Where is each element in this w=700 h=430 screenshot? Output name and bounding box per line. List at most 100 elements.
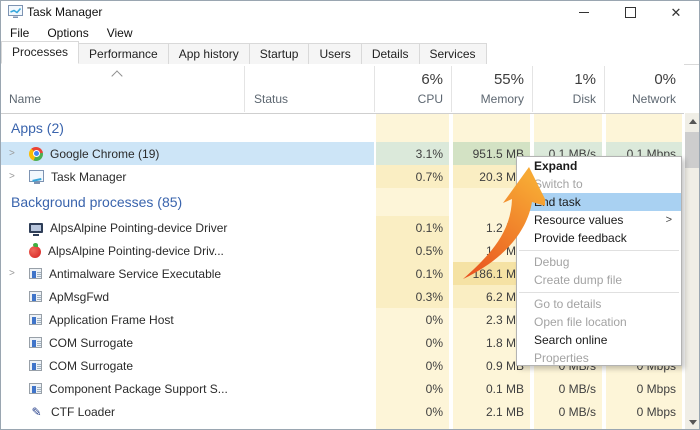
column-header-memory[interactable]: 55%Memory [453,64,530,113]
memory-cell [453,114,530,142]
tab-users[interactable]: Users [308,43,361,64]
column-label: Network [632,92,676,106]
menu-view[interactable]: View [98,26,142,40]
network-cell [606,423,682,430]
memory-cell: 2.1 MB [453,400,530,423]
column-usage-total: 6% [421,71,443,88]
column-divider [451,66,452,112]
table-header: Name Status 6% CPU 55%Memory1%Disk 0% Networ… [1,64,684,114]
chrome-icon [29,147,43,161]
chevron-right-icon[interactable]: > [1,268,29,279]
cpu-cell: 3.1% [376,142,449,165]
process-name: Application Frame Host [49,313,174,327]
column-header-name[interactable]: Name [9,92,41,106]
column-header-disk[interactable]: 1%Disk [534,64,602,113]
context-item-properties[interactable]: Properties [517,349,681,367]
cpu-cell: 0.1% [376,262,449,285]
menu-bar: FileOptionsView [1,23,699,43]
column-divider [532,66,533,112]
task-manager-app-icon [8,5,23,22]
cpu-cell: 0% [376,354,449,377]
context-item-end-task[interactable]: End task [517,193,681,211]
process-name: Component Package Support S... [49,382,228,396]
disk-cell [534,114,602,142]
tab-startup[interactable]: Startup [249,43,310,64]
cpu-cell [376,423,449,430]
cpu-cell: 0.7% [376,165,449,188]
process-name: AlpsAlpine Pointing-device Driver [50,221,227,235]
column-usage-total: 0% [654,71,676,88]
chevron-right-icon[interactable]: > [1,171,29,182]
name-cell: Apps (2) [1,114,384,142]
window-icon [29,337,42,348]
context-item-go-to-details[interactable]: Go to details [517,295,681,313]
minimize-button[interactable] [561,1,607,23]
cpu-cell [376,188,449,216]
cpu-cell [376,114,449,142]
process-name: AlpsAlpine Pointing-device Driv... [48,244,224,258]
tab-app-history[interactable]: App history [168,43,250,64]
name-cell: COM Surrogate [1,331,374,354]
context-item-search-online[interactable]: Search online [517,331,681,349]
column-header-cpu[interactable]: 6% CPU [376,64,449,113]
process-row[interactable]: Component Package Support S...0%0.1 MB0 … [1,377,684,400]
name-cell: > Task Manager [1,165,374,188]
context-item-open-file-location[interactable]: Open file location [517,313,681,331]
process-name: CTF Loader [51,405,115,419]
triangle-up-icon [689,119,697,124]
process-name: ApMsgFwd [49,290,109,304]
context-item-provide-feedback[interactable]: Provide feedback [517,229,681,247]
context-item-resource-values[interactable]: Resource values> [517,211,681,229]
disk-cell: 0 MB/s [534,377,602,400]
process-name: Apps (2) [11,120,64,136]
context-item-create-dump-file[interactable]: Create dump file [517,271,681,289]
empty-row [1,423,684,430]
chevron-right-icon[interactable]: > [1,148,29,159]
menu-file[interactable]: File [1,26,38,40]
cpu-cell: 0.3% [376,285,449,308]
column-header-network[interactable]: 0% Network [606,64,682,113]
scroll-up-button[interactable] [685,113,700,130]
column-label: CPU [418,92,443,106]
close-button[interactable]: ✕ [653,1,699,23]
memory-cell: 0.1 MB [453,377,530,400]
column-header-status[interactable]: Status [254,92,288,106]
column-divider [244,66,245,112]
name-cell: Component Package Support S... [1,377,374,400]
tab-services[interactable]: Services [419,43,487,64]
maximize-button[interactable] [607,1,653,23]
vertical-scrollbar[interactable] [685,113,700,430]
context-item-expand[interactable]: Expand [517,157,681,175]
taskmgr-icon [29,170,44,182]
name-cell: ApMsgFwd [1,285,374,308]
window-title: Task Manager [27,5,102,19]
context-item-switch-to[interactable]: Switch to [517,175,681,193]
tab-performance[interactable]: Performance [78,43,169,64]
submenu-arrow-icon: > [666,211,672,229]
cpu-cell: 0.5% [376,239,449,262]
window-controls: ✕ [561,1,699,23]
context-item-debug[interactable]: Debug [517,253,681,271]
task-manager-window: Task Manager ✕ FileOptionsView Processes… [0,0,700,430]
tab-details[interactable]: Details [361,43,420,64]
network-cell: 0 Mbps [606,377,682,400]
network-cell: 0 Mbps [606,400,682,423]
scrollbar-thumb[interactable] [685,132,700,168]
context-menu: ExpandSwitch toEnd taskResource values>P… [516,156,682,366]
disk-cell [534,423,602,430]
tab-processes[interactable]: Processes [1,41,79,64]
process-row[interactable]: CTF Loader0%2.1 MB0 MB/s0 Mbps [1,400,684,423]
tab-strip: ProcessesPerformanceApp historyStartupUs… [1,43,699,65]
group-row[interactable]: Apps (2) [1,114,684,142]
window-icon [29,268,42,279]
scroll-down-button[interactable] [685,414,700,430]
process-name: Antimalware Service Executable [49,267,221,281]
disk-cell: 0 MB/s [534,400,602,423]
name-cell: > Google Chrome (19) [1,142,374,165]
name-cell: AlpsAlpine Pointing-device Driv... [1,239,374,262]
process-name: Google Chrome (19) [50,147,159,161]
name-cell: COM Surrogate [1,354,374,377]
menu-options[interactable]: Options [38,26,97,40]
process-name: Task Manager [51,170,126,184]
process-name: Background processes (85) [11,194,182,210]
